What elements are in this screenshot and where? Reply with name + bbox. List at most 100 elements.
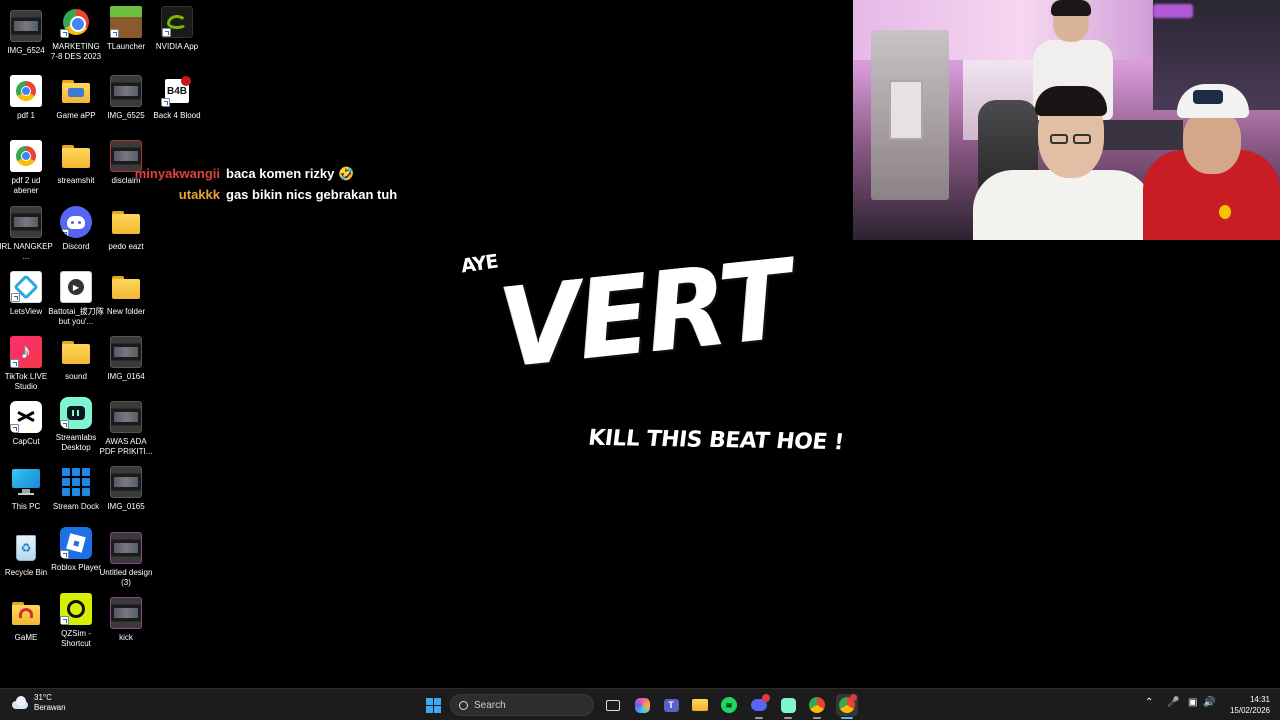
desktop-icon-label: Untitled design (3) — [99, 568, 153, 587]
desktop-icon-label: Back 4 Blood — [153, 111, 201, 120]
folder-icon — [692, 699, 708, 711]
chrome-profile-taskbar-button[interactable] — [836, 694, 858, 719]
desktop-icon-marketing[interactable]: MARKETING 7-8 DES 2023 — [50, 6, 102, 61]
desktop-icon-streamlabs[interactable]: Streamlabs Desktop — [50, 397, 102, 452]
desktop-icon-img0164[interactable]: IMG_0164 — [100, 336, 152, 382]
chat-text: gas bikin nics gebrakan tuh — [226, 187, 398, 202]
taskbar: 31°C Berawan Search T ≋ ⌃ 🎤 ▣ 🔊 14:31 15… — [0, 688, 1280, 720]
overlay-aye-text: AYE — [459, 250, 499, 278]
microphone-icon[interactable]: 🎤 — [1167, 697, 1179, 708]
video-file-icon — [110, 466, 142, 498]
overlay-title: VERT — [494, 235, 796, 393]
desktop-icon-gameapp[interactable]: Game aPP — [50, 75, 102, 121]
desktop-icon-streamdock[interactable]: Stream Dock — [50, 466, 102, 512]
volume-icon[interactable]: 🔊 — [1203, 697, 1215, 708]
stream-chat-overlay: minyakwangii baca komen rizky 🤣 utakkk g… — [130, 163, 400, 205]
desktop-icon-letsview[interactable]: LetsView — [0, 271, 52, 317]
discord-icon — [60, 206, 92, 238]
spotify-button[interactable]: ≋ — [718, 694, 740, 716]
desktop-icon-label: TikTok LIVE Studio — [4, 372, 48, 391]
desktop-icon-game[interactable]: GaME — [0, 597, 52, 643]
video-file-icon — [110, 532, 142, 564]
desktop-icon-capcut[interactable]: CapCut — [0, 401, 52, 447]
chrome-taskbar-button[interactable] — [806, 694, 828, 719]
desktop-icon-newfolder[interactable]: New folder — [100, 271, 152, 317]
desktop-icon-discord[interactable]: Discord — [50, 206, 102, 252]
desktop-icon-label: This PC — [11, 502, 41, 511]
desktop-icon-label: IRL NANGKEP ... — [0, 242, 53, 261]
start-button[interactable] — [422, 694, 444, 716]
task-view-icon — [606, 699, 620, 711]
file-explorer-button[interactable] — [689, 694, 711, 716]
desktop-icon-label: IMG_6525 — [107, 111, 145, 120]
tiktok-icon: ♪ — [10, 336, 42, 368]
discord-taskbar-button[interactable] — [748, 694, 770, 719]
desktop-icon-sound[interactable]: sound — [50, 336, 102, 382]
cloud-icon — [10, 693, 30, 713]
chat-message: minyakwangii baca komen rizky 🤣 — [130, 163, 400, 184]
system-clock[interactable]: 14:31 15/02/2026 — [1230, 694, 1270, 716]
desktop-icon-untitled[interactable]: Untitled design (3) — [100, 532, 152, 587]
network-icon[interactable]: ▣ — [1188, 697, 1197, 708]
desktop-icon-awas[interactable]: AWAS ADA PDF PRIKITI... — [100, 401, 152, 456]
weather-temperature: 31°C — [34, 693, 52, 702]
desktop-icon-kick[interactable]: kick — [100, 597, 152, 643]
desktop-icon-nvidia[interactable]: NVIDIA App — [151, 6, 203, 52]
folder-icon — [10, 597, 42, 629]
desktop-icon-battotai[interactable]: ▶ Battotai_拔刀隊 but you'... — [48, 271, 104, 326]
desktop-icon-tlauncher[interactable]: TLauncher — [100, 6, 152, 52]
desktop-icon-label: pedo eazt — [108, 242, 144, 251]
desktop-icon-label: Game aPP — [56, 111, 96, 120]
desktop-icon-label: IMG_0164 — [107, 372, 145, 381]
desktop-icon-label: sound — [65, 372, 87, 381]
video-file-icon — [110, 401, 142, 433]
teams-button[interactable]: T — [660, 694, 682, 716]
desktop-icon-roblox[interactable]: Roblox Player — [50, 527, 102, 573]
desktop-icon-pdf1[interactable]: pdf 1 — [0, 75, 52, 121]
streamlabs-taskbar-button[interactable] — [777, 694, 799, 719]
folder-icon — [60, 140, 92, 172]
folder-icon — [60, 336, 92, 368]
windows-logo-icon — [425, 697, 441, 713]
desktop-icon-label: GaME — [14, 633, 38, 642]
notification-badge — [762, 694, 770, 702]
capcut-icon — [10, 401, 42, 433]
task-view-button[interactable] — [602, 694, 624, 716]
webcam-feed — [853, 0, 1280, 240]
nvidia-icon — [161, 6, 193, 38]
desktop-icon-img6525[interactable]: IMG_6525 — [100, 75, 152, 121]
desktop-icon-img0165[interactable]: IMG_0165 — [100, 466, 152, 512]
desktop-icon-label: NVIDIA App — [155, 42, 199, 51]
video-file-icon — [110, 597, 142, 629]
copilot-button[interactable] — [631, 694, 653, 716]
weather-widget[interactable]: 31°C Berawan — [10, 693, 66, 713]
desktop-icon-label: Recycle Bin — [4, 568, 48, 577]
back4blood-icon: B4B — [161, 75, 193, 107]
chevron-up-icon[interactable]: ⌃ — [1145, 697, 1153, 708]
video-file-icon — [10, 10, 42, 42]
chat-text: baca komen rizky 🤣 — [226, 166, 355, 181]
streamlabs-icon — [60, 397, 92, 429]
desktop-icon-thispc[interactable]: This PC — [0, 466, 52, 512]
taskbar-search-box[interactable]: Search — [450, 694, 594, 716]
desktop-icon-label: Stream Dock — [52, 502, 100, 511]
chat-username: minyakwangii — [134, 166, 220, 181]
spotify-icon: ≋ — [721, 697, 737, 713]
desktop-icon-back4blood[interactable]: B4B Back 4 Blood — [151, 75, 203, 121]
chat-username: utakkk — [178, 187, 220, 202]
qzsim-icon — [60, 593, 92, 625]
desktop-icon-recyclebin[interactable]: ♻ Recycle Bin — [0, 532, 52, 578]
desktop-icon-irl[interactable]: IRL NANGKEP ... — [0, 206, 53, 261]
search-icon — [459, 700, 468, 710]
desktop-icon-qzsim[interactable]: QZSim - Shortcut — [50, 593, 102, 648]
desktop-icon-pdf2[interactable]: pdf 2 ud abener — [0, 140, 52, 195]
search-placeholder: Search — [474, 699, 506, 711]
chrome-icon — [60, 6, 92, 38]
chrome-pdf-icon — [10, 140, 42, 172]
desktop-icon-img6524[interactable]: IMG_6524 — [0, 10, 52, 56]
desktop-icon-label: IMG_0165 — [107, 502, 145, 511]
desktop-icon-streamshit[interactable]: streamshit — [50, 140, 102, 186]
desktop-icon-pedoeazt[interactable]: pedo eazt — [100, 206, 152, 252]
desktop-icon-tiktok[interactable]: ♪ TikTok LIVE Studio — [0, 336, 52, 391]
copilot-icon — [634, 697, 650, 713]
